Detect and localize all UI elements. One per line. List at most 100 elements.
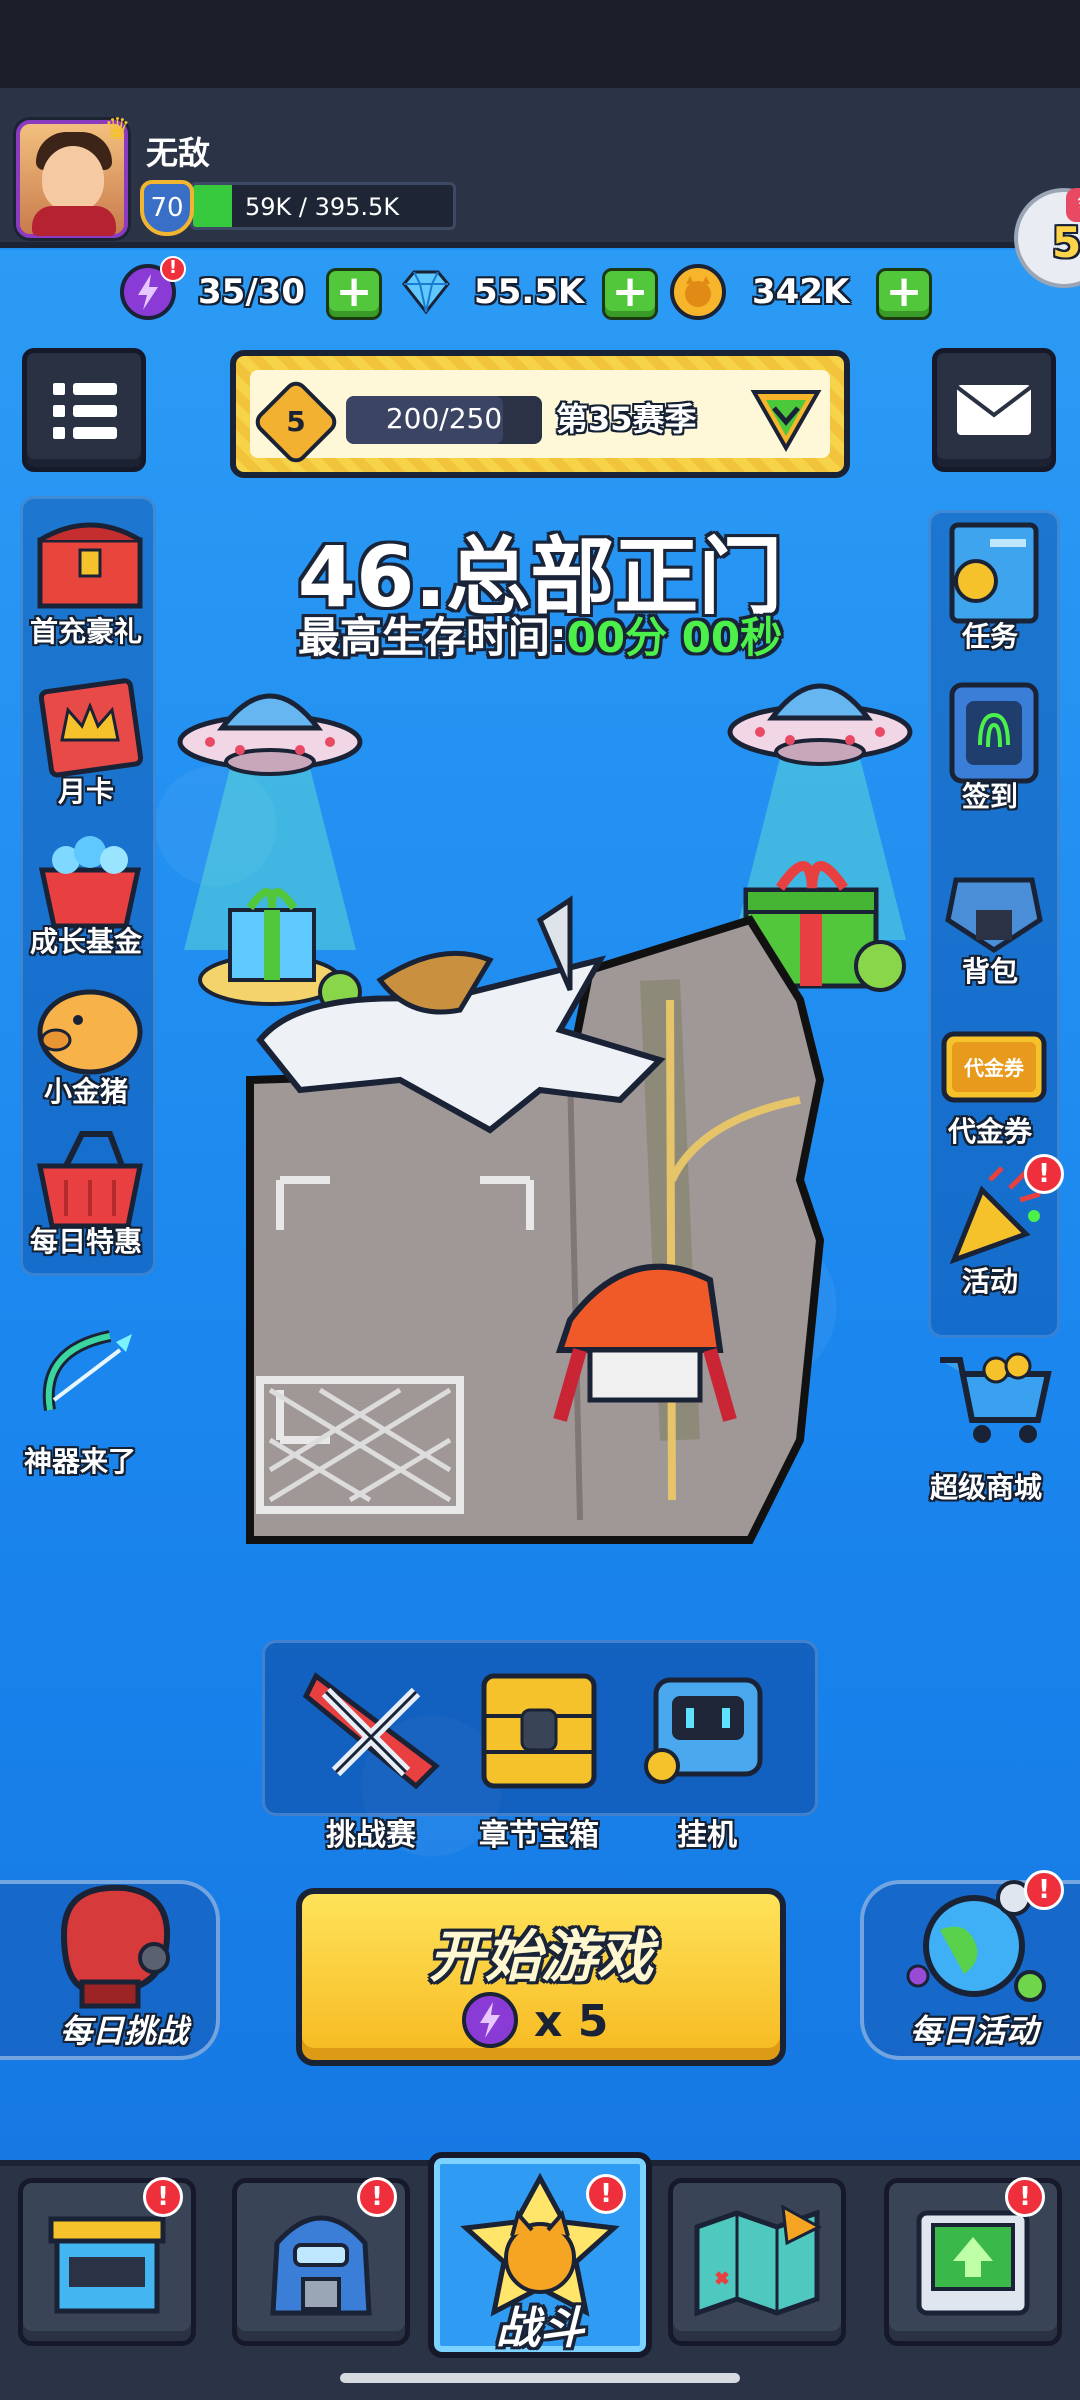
left-menu-item-3[interactable]: 小金猪 — [26, 970, 154, 1110]
season-progress-bar: 200/250 — [346, 396, 542, 444]
task-book-icon — [949, 522, 1039, 624]
nav-shop-button[interactable]: ! — [18, 2177, 196, 2346]
resource-bar: ! 35/30 + 55.5K + 342K + — [0, 256, 1080, 336]
level-badge: 70 — [140, 180, 194, 236]
gem-resource: 55.5K + — [398, 264, 658, 328]
nav-equipment-button[interactable]: ! — [232, 2177, 410, 2346]
left-menu-label: 月卡 — [57, 775, 114, 808]
daily-challenge-button[interactable]: 每日挑战 — [0, 1880, 220, 2060]
map-icon — [694, 2204, 823, 2317]
right-menu-label: 活动 — [961, 1265, 1018, 1298]
nav-upgrade-button[interactable]: ! — [884, 2177, 1062, 2346]
start-game-label: 开始游戏 — [429, 1925, 653, 1990]
sub-menu-label: 章节宝箱 — [479, 1818, 599, 1853]
start-cost: x 5 — [462, 1990, 662, 2052]
left-menu-label: 每日特惠 — [29, 1225, 142, 1258]
daily-activity-alert-icon: ! — [1024, 1870, 1064, 1910]
left-menu-label: 首充豪礼 — [29, 615, 142, 648]
season-name: 第35赛季 — [556, 400, 697, 438]
artifact-label: 神器来了 — [23, 1445, 136, 1478]
voucher-text: 代金券 — [964, 1056, 1024, 1080]
corner-reward-label: 领 — [1066, 188, 1080, 222]
daily-activity-button[interactable]: ! 每日活动 — [860, 1870, 1080, 2060]
gem-value: 55.5K — [474, 272, 585, 312]
status-bar — [0, 0, 1080, 88]
right-menu-label: 代金券 — [947, 1115, 1032, 1148]
bow-weapon-icon — [42, 1330, 132, 1411]
energy-value: 35/30 — [198, 272, 306, 312]
coin-cat-icon — [670, 264, 726, 320]
diamond-icon — [398, 264, 454, 320]
left-menu-item-0[interactable]: 首充豪礼 — [26, 510, 154, 650]
activity-alert-icon: ! — [1024, 1154, 1064, 1194]
xp-text: 59K / 395.5K — [245, 193, 400, 221]
right-menu-item-2[interactable]: 背包 — [930, 850, 1058, 990]
survival-seconds: 00秒 — [681, 613, 783, 662]
shopping-cart-icon — [940, 1352, 1052, 1443]
nav-battle-label: 战斗 — [496, 2303, 584, 2354]
mail-button[interactable] — [932, 348, 1056, 472]
coin-resource: 342K + — [670, 264, 932, 328]
sub-menu-label: 挂机 — [677, 1818, 737, 1853]
daily-challenge-label: 每日挑战 — [59, 2012, 188, 2050]
add-gems-button[interactable]: + — [602, 268, 658, 320]
boxing-glove-icon — [60, 1884, 171, 2009]
crown-card-icon — [38, 678, 144, 778]
crossed-swords-icon — [302, 1672, 440, 1790]
treasure-chest-icon — [37, 522, 143, 609]
energy-resource: ! 35/30 + — [120, 256, 400, 328]
gem-basket-icon — [38, 836, 142, 929]
start-game-button[interactable]: 开始游戏 x 5 — [296, 1888, 786, 2066]
left-menu-label: 小金猪 — [43, 1075, 128, 1108]
menu-button[interactable] — [22, 348, 146, 472]
crown-icon: ♛ — [104, 112, 131, 147]
sub-menu-item-0[interactable]: 挑战赛 — [296, 1656, 446, 1856]
chapter-chest-icon — [481, 1673, 597, 1789]
sub-menu-label: 挑战赛 — [326, 1818, 416, 1853]
shop-alert-icon: ! — [143, 2177, 183, 2217]
add-coins-button[interactable]: + — [876, 268, 932, 320]
energy-icon — [462, 1992, 518, 2048]
equipment-alert-icon: ! — [357, 2177, 397, 2217]
right-menu-item-3[interactable]: 代金券 代金券 — [930, 1010, 1058, 1150]
battle-alert-icon: ! — [586, 2174, 626, 2214]
left-menu-label: 成长基金 — [29, 925, 142, 958]
add-energy-button[interactable]: + — [326, 268, 382, 320]
player-name: 无敌 — [146, 134, 211, 172]
super-mall-label: 超级商城 — [929, 1471, 1042, 1504]
home-indicator — [340, 2373, 740, 2383]
fingerprint-checkin-icon — [949, 682, 1039, 784]
shopping-basket-icon — [36, 1131, 144, 1229]
base-stage — [246, 895, 825, 1544]
artifact-button[interactable]: 神器来了 — [20, 1320, 150, 1480]
upgrade-alert-icon: ! — [1005, 2177, 1045, 2217]
backpack-icon — [945, 877, 1043, 953]
survival-minutes: 00分 — [566, 613, 668, 662]
envelope-icon — [955, 385, 1033, 435]
xp-fill — [193, 185, 232, 227]
energy-alert-icon: ! — [160, 256, 186, 282]
season-pass-banner[interactable]: 5 200/250 第35赛季 — [230, 350, 850, 478]
list-icon — [53, 383, 117, 439]
right-menu-label: 任务 — [961, 620, 1018, 653]
piggy-bank-icon — [37, 989, 143, 1075]
start-cost-text: x 5 — [534, 1996, 609, 2047]
nav-map-button[interactable] — [668, 2178, 846, 2346]
sub-menu-item-2[interactable]: 挂机 — [632, 1656, 782, 1856]
super-mall-button[interactable]: 超级商城 — [926, 1340, 1062, 1504]
left-menu-item-2[interactable]: 成长基金 — [26, 820, 154, 960]
daily-activity-label: 每日活动 — [909, 2012, 1038, 2050]
season-progress-text: 200/250 — [385, 402, 503, 435]
nav-battle-button[interactable]: ! 战斗 — [428, 2152, 652, 2358]
right-menu-item-1[interactable]: 签到 — [930, 675, 1058, 815]
sub-menu-item-1[interactable]: 章节宝箱 — [464, 1656, 614, 1856]
left-menu-item-4[interactable]: 每日特惠 — [26, 1120, 154, 1260]
left-menu-item-1[interactable]: 月卡 — [26, 670, 154, 810]
rank-chevron-icon — [750, 390, 822, 453]
right-menu-item-0[interactable]: 任务 — [930, 515, 1058, 655]
idle-robot-icon — [644, 1677, 763, 1784]
right-menu-item-4[interactable]: ! 活动 — [930, 1154, 1064, 1300]
coin-value: 342K — [752, 272, 850, 312]
right-menu-label: 背包 — [961, 955, 1018, 988]
xp-bar: 59K / 395.5K — [190, 182, 456, 230]
